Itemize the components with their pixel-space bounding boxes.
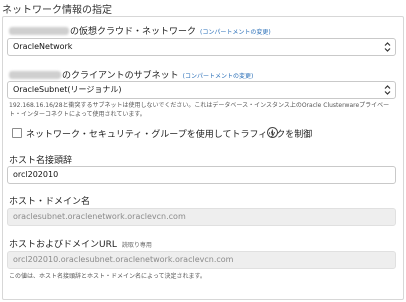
- nsg-checkbox[interactable]: [12, 128, 22, 138]
- chevron-updown-icon: [384, 42, 391, 52]
- vcn-label-text: の仮想クラウド・ネットワーク: [70, 27, 197, 37]
- chevron-updown-icon: [384, 85, 391, 95]
- vcn-label: の仮想クラウド・ネットワーク (コンパートメントの変更): [9, 24, 271, 37]
- hostname-prefix-label: ホスト名接頭辞: [9, 156, 73, 166]
- read-only-tag: 読取り専用: [121, 242, 152, 249]
- hostname-prefix-value: orcl202010: [13, 170, 59, 179]
- compartment-name-redacted: [9, 71, 61, 79]
- domain-name-value: oraclesubnet.oraclenetwork.oraclevcn.com: [13, 212, 186, 221]
- vcn-select[interactable]: OracleNetwork: [7, 38, 396, 56]
- fqdn-field: orcl202010.oraclesubnet.oraclenetwork.or…: [7, 251, 396, 269]
- domain-name-label: ホスト・ドメイン名: [9, 197, 91, 207]
- info-icon[interactable]: i: [267, 127, 278, 138]
- domain-name-field: oraclesubnet.oraclenetwork.oraclevcn.com: [7, 208, 396, 226]
- vcn-select-value: OracleNetwork: [13, 42, 73, 51]
- subnet-label: のクライアントのサブネット (コンパートメントの変更): [9, 68, 253, 81]
- subnet-help-text: 192.168.16.16/28と衝突するサブネットは使用しないでください。これ…: [9, 102, 390, 118]
- fqdn-help-text: この値は、ホスト名接頭辞とホスト・ドメイン名によって決定されます。: [9, 273, 206, 280]
- compartment-name-redacted: [9, 27, 69, 35]
- fqdn-value: orcl202010.oraclesubnet.oraclenetwork.or…: [13, 255, 234, 264]
- vcn-change-compartment-link[interactable]: (コンパートメントの変更): [200, 29, 271, 36]
- fqdn-label-text: ホストおよびドメインURL: [9, 240, 117, 250]
- subnet-change-compartment-link[interactable]: (コンパートメントの変更): [183, 73, 254, 80]
- subnet-select[interactable]: OracleSubnet(リージョナル): [7, 81, 396, 99]
- hostname-prefix-input[interactable]: orcl202010: [7, 166, 396, 184]
- fqdn-label: ホストおよびドメインURL 読取り専用: [9, 237, 152, 250]
- section-title: ネットワーク情報の指定: [2, 5, 112, 16]
- subnet-label-text: のクライアントのサブネット: [62, 71, 179, 81]
- subnet-select-value: OracleSubnet(リージョナル): [13, 85, 122, 94]
